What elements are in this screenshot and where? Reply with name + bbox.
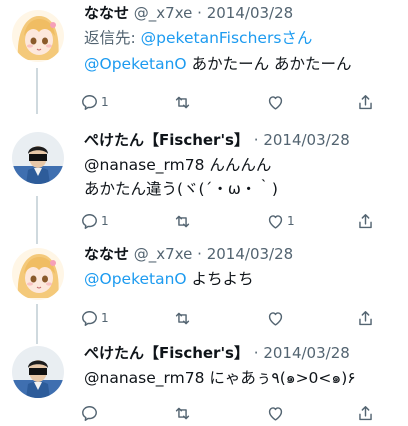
tweet-header: ななせ @_x7xe · 2014/03/28 xyxy=(84,3,398,23)
tweet-header: ぺけたん【Fischer's】 · 2014/03/28 xyxy=(84,130,398,150)
share-button[interactable] xyxy=(356,210,375,232)
tweet-header: ぺけたん【Fischer's】 · 2014/03/28 xyxy=(84,343,398,363)
tweet-text: @OpeketanO よちよち xyxy=(84,268,398,290)
separator: · xyxy=(197,4,202,22)
anime-girl-avatar-icon xyxy=(12,248,64,300)
reply-mention-link[interactable]: @peketanFischersさん xyxy=(141,29,313,47)
mention-link[interactable]: @OpeketanO xyxy=(84,55,187,73)
share-icon xyxy=(356,309,375,328)
tweet-text-body: あかたーん あかたーん xyxy=(186,55,352,73)
share-icon xyxy=(356,212,375,231)
reply-icon xyxy=(80,404,99,423)
display-name[interactable]: ななせ xyxy=(84,4,129,22)
tweet[interactable]: ぺけたん【Fischer's】 · 2014/03/28 @nanase_rm7… xyxy=(0,336,408,426)
like-button[interactable] xyxy=(266,402,285,424)
reply-count: 1 xyxy=(101,311,109,325)
reply-button[interactable]: 1 xyxy=(80,91,109,113)
tweet-date[interactable]: 2014/03/28 xyxy=(207,245,293,263)
reply-count: 1 xyxy=(101,95,109,109)
tweet-text-body: よちよち xyxy=(186,270,254,288)
heart-icon xyxy=(266,212,285,231)
display-name[interactable]: ぺけたん【Fischer's】 xyxy=(84,344,249,362)
reply-button[interactable]: 1 xyxy=(80,307,109,329)
tweet-actions: 1 xyxy=(80,91,380,113)
handle[interactable]: @_x7xe xyxy=(134,245,193,263)
reply-icon xyxy=(80,93,99,112)
retweet-icon xyxy=(173,404,192,423)
heart-icon xyxy=(266,93,285,112)
retweet-button[interactable] xyxy=(173,91,192,113)
share-button[interactable] xyxy=(356,402,375,424)
tweet[interactable]: ななせ @_x7xe · 2014/03/28 @OpeketanO よちよち … xyxy=(0,236,408,336)
separator: · xyxy=(253,344,259,362)
tweet-text-line: @nanase_rm78 にゃあぅ٩(๑>0<๑)۶ xyxy=(84,369,356,387)
tweet[interactable]: ななせ @_x7xe · 2014/03/28 返信先: @peketanFis… xyxy=(0,0,408,120)
reply-button[interactable] xyxy=(80,402,99,424)
tweet-text-line: あかたん違う(ヾ(´・ω・｀) xyxy=(84,180,278,198)
share-icon xyxy=(356,93,375,112)
person-photo-avatar-icon xyxy=(12,132,64,184)
tweet-actions: 1 xyxy=(80,307,380,329)
reply-prefix: 返信先: xyxy=(84,29,141,47)
retweet-button[interactable] xyxy=(173,307,192,329)
tweet-date[interactable]: 2014/03/28 xyxy=(263,131,349,149)
like-button[interactable] xyxy=(266,307,287,329)
tweet-date[interactable]: 2014/03/28 xyxy=(263,344,349,362)
heart-icon xyxy=(266,404,285,423)
retweet-button[interactable] xyxy=(173,402,192,424)
like-count: 1 xyxy=(287,214,295,228)
tweet-actions: 1 1 xyxy=(80,210,380,232)
anime-girl-avatar-icon xyxy=(12,10,64,62)
tweet-header: ななせ @_x7xe · 2014/03/28 xyxy=(84,244,398,264)
reply-count: 1 xyxy=(101,214,109,228)
reply-icon xyxy=(80,309,99,328)
reply-context: 返信先: @peketanFischersさん xyxy=(84,27,398,49)
avatar[interactable] xyxy=(12,248,64,300)
share-icon xyxy=(356,404,375,423)
tweet[interactable]: ぺけたん【Fischer's】 · 2014/03/28 @nanase_rm7… xyxy=(0,120,408,236)
heart-icon xyxy=(266,309,285,328)
mention-link[interactable]: @OpeketanO xyxy=(84,270,187,288)
retweet-icon xyxy=(173,212,192,231)
separator: · xyxy=(197,245,202,263)
like-button[interactable]: 1 xyxy=(266,210,295,232)
tweet-text: @OpeketanO あかたーん あかたーん xyxy=(84,53,398,75)
retweet-icon xyxy=(173,309,192,328)
retweet-button[interactable] xyxy=(173,210,192,232)
tweet-text-line: @nanase_rm78 んんんん xyxy=(84,156,272,174)
person-photo-avatar-icon xyxy=(12,346,64,398)
display-name[interactable]: ななせ xyxy=(84,245,129,263)
avatar[interactable] xyxy=(12,10,64,62)
separator: · xyxy=(253,131,259,149)
share-button[interactable] xyxy=(356,307,375,329)
share-button[interactable] xyxy=(356,91,375,113)
avatar[interactable] xyxy=(12,132,64,184)
reply-button[interactable]: 1 xyxy=(80,210,109,232)
tweet-date[interactable]: 2014/03/28 xyxy=(207,4,293,22)
display-name[interactable]: ぺけたん【Fischer's】 xyxy=(84,131,249,149)
tweet-actions xyxy=(80,402,380,424)
retweet-icon xyxy=(173,93,192,112)
like-button[interactable] xyxy=(266,91,287,113)
handle[interactable]: @_x7xe xyxy=(134,4,193,22)
avatar[interactable] xyxy=(12,346,64,398)
reply-icon xyxy=(80,212,99,231)
